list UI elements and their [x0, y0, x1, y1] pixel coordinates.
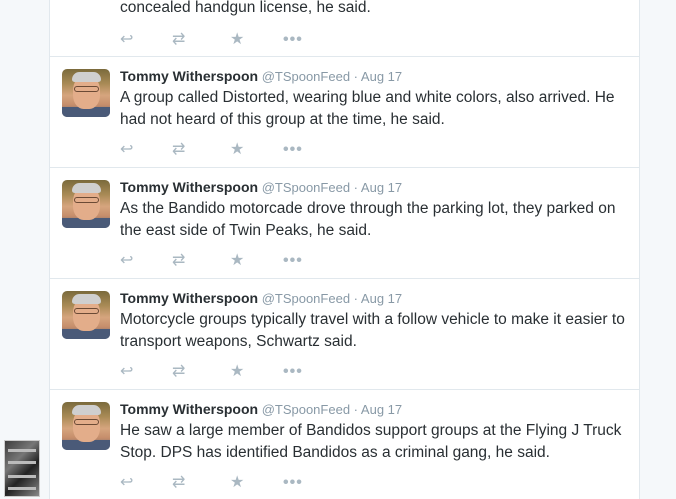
reply-icon[interactable]: ↩	[120, 363, 133, 381]
more-icon[interactable]: •••	[283, 252, 303, 270]
separator: ·	[353, 291, 359, 306]
retweet-icon[interactable]: ⇄	[172, 31, 185, 49]
author-name[interactable]: Tommy Witherspoon	[120, 68, 258, 84]
retweet-icon[interactable]: ⇄	[172, 141, 185, 159]
author-name[interactable]: Tommy Witherspoon	[120, 290, 258, 306]
more-icon[interactable]: •••	[283, 474, 303, 492]
separator: ·	[353, 402, 359, 417]
retweet-icon[interactable]: ⇄	[172, 363, 185, 381]
reply-icon[interactable]: ↩	[120, 141, 133, 159]
more-icon[interactable]: •••	[283, 31, 303, 49]
star-icon[interactable]: ★	[230, 141, 244, 159]
thumbnail-image[interactable]	[4, 440, 40, 497]
tweet-timestamp[interactable]: Aug 17	[361, 291, 402, 306]
tweet-timestamp[interactable]: Aug 17	[361, 69, 402, 84]
tweet-timestamp[interactable]: Aug 17	[361, 402, 402, 417]
more-icon[interactable]: •••	[283, 141, 303, 159]
author-handle[interactable]: @TSpoonFeed	[262, 180, 350, 195]
tweet[interactable]: concealed handgun license, he said. ↩ ⇄ …	[50, 0, 639, 57]
retweet-icon[interactable]: ⇄	[172, 252, 185, 270]
star-icon[interactable]: ★	[230, 252, 244, 270]
avatar[interactable]	[62, 69, 110, 117]
author-handle[interactable]: @TSpoonFeed	[262, 402, 350, 417]
tweet-text: A group called Distorted, wearing blue a…	[120, 89, 615, 128]
tweet-header: Tommy Witherspoon @TSpoonFeed · Aug 17	[120, 289, 402, 308]
reply-icon[interactable]: ↩	[120, 252, 133, 270]
tweet-text: Motorcycle groups typically travel with …	[120, 311, 625, 350]
avatar[interactable]	[62, 180, 110, 228]
author-handle[interactable]: @TSpoonFeed	[262, 291, 350, 306]
tweet[interactable]: Tommy Witherspoon @TSpoonFeed · Aug 17 A…	[50, 57, 639, 168]
tweet-header: Tommy Witherspoon @TSpoonFeed · Aug 17	[120, 400, 402, 419]
author-handle[interactable]: @TSpoonFeed	[262, 69, 350, 84]
tweet-header: Tommy Witherspoon @TSpoonFeed · Aug 17	[120, 178, 402, 197]
separator: ·	[353, 180, 359, 195]
avatar[interactable]	[62, 291, 110, 339]
star-icon[interactable]: ★	[230, 474, 244, 492]
author-name[interactable]: Tommy Witherspoon	[120, 179, 258, 195]
tweet[interactable]: Tommy Witherspoon @TSpoonFeed · Aug 17 H…	[50, 390, 639, 499]
tweet[interactable]: Tommy Witherspoon @TSpoonFeed · Aug 17 M…	[50, 279, 639, 390]
timeline: concealed handgun license, he said. ↩ ⇄ …	[49, 0, 640, 499]
tweet-text: He saw a large member of Bandidos suppor…	[120, 422, 622, 461]
star-icon[interactable]: ★	[230, 363, 244, 381]
tweet-text: concealed handgun license, he said.	[120, 0, 371, 16]
tweet-timestamp[interactable]: Aug 17	[361, 180, 402, 195]
more-icon[interactable]: •••	[283, 363, 303, 381]
avatar[interactable]	[62, 402, 110, 450]
tweet-header: Tommy Witherspoon @TSpoonFeed · Aug 17	[120, 67, 402, 86]
reply-icon[interactable]: ↩	[120, 474, 133, 492]
tweet[interactable]: Tommy Witherspoon @TSpoonFeed · Aug 17 A…	[50, 168, 639, 279]
separator: ·	[353, 69, 359, 84]
tweet-text: As the Bandido motorcade drove through t…	[120, 200, 616, 239]
author-name[interactable]: Tommy Witherspoon	[120, 401, 258, 417]
star-icon[interactable]: ★	[230, 31, 244, 49]
retweet-icon[interactable]: ⇄	[172, 474, 185, 492]
reply-icon[interactable]: ↩	[120, 31, 133, 49]
